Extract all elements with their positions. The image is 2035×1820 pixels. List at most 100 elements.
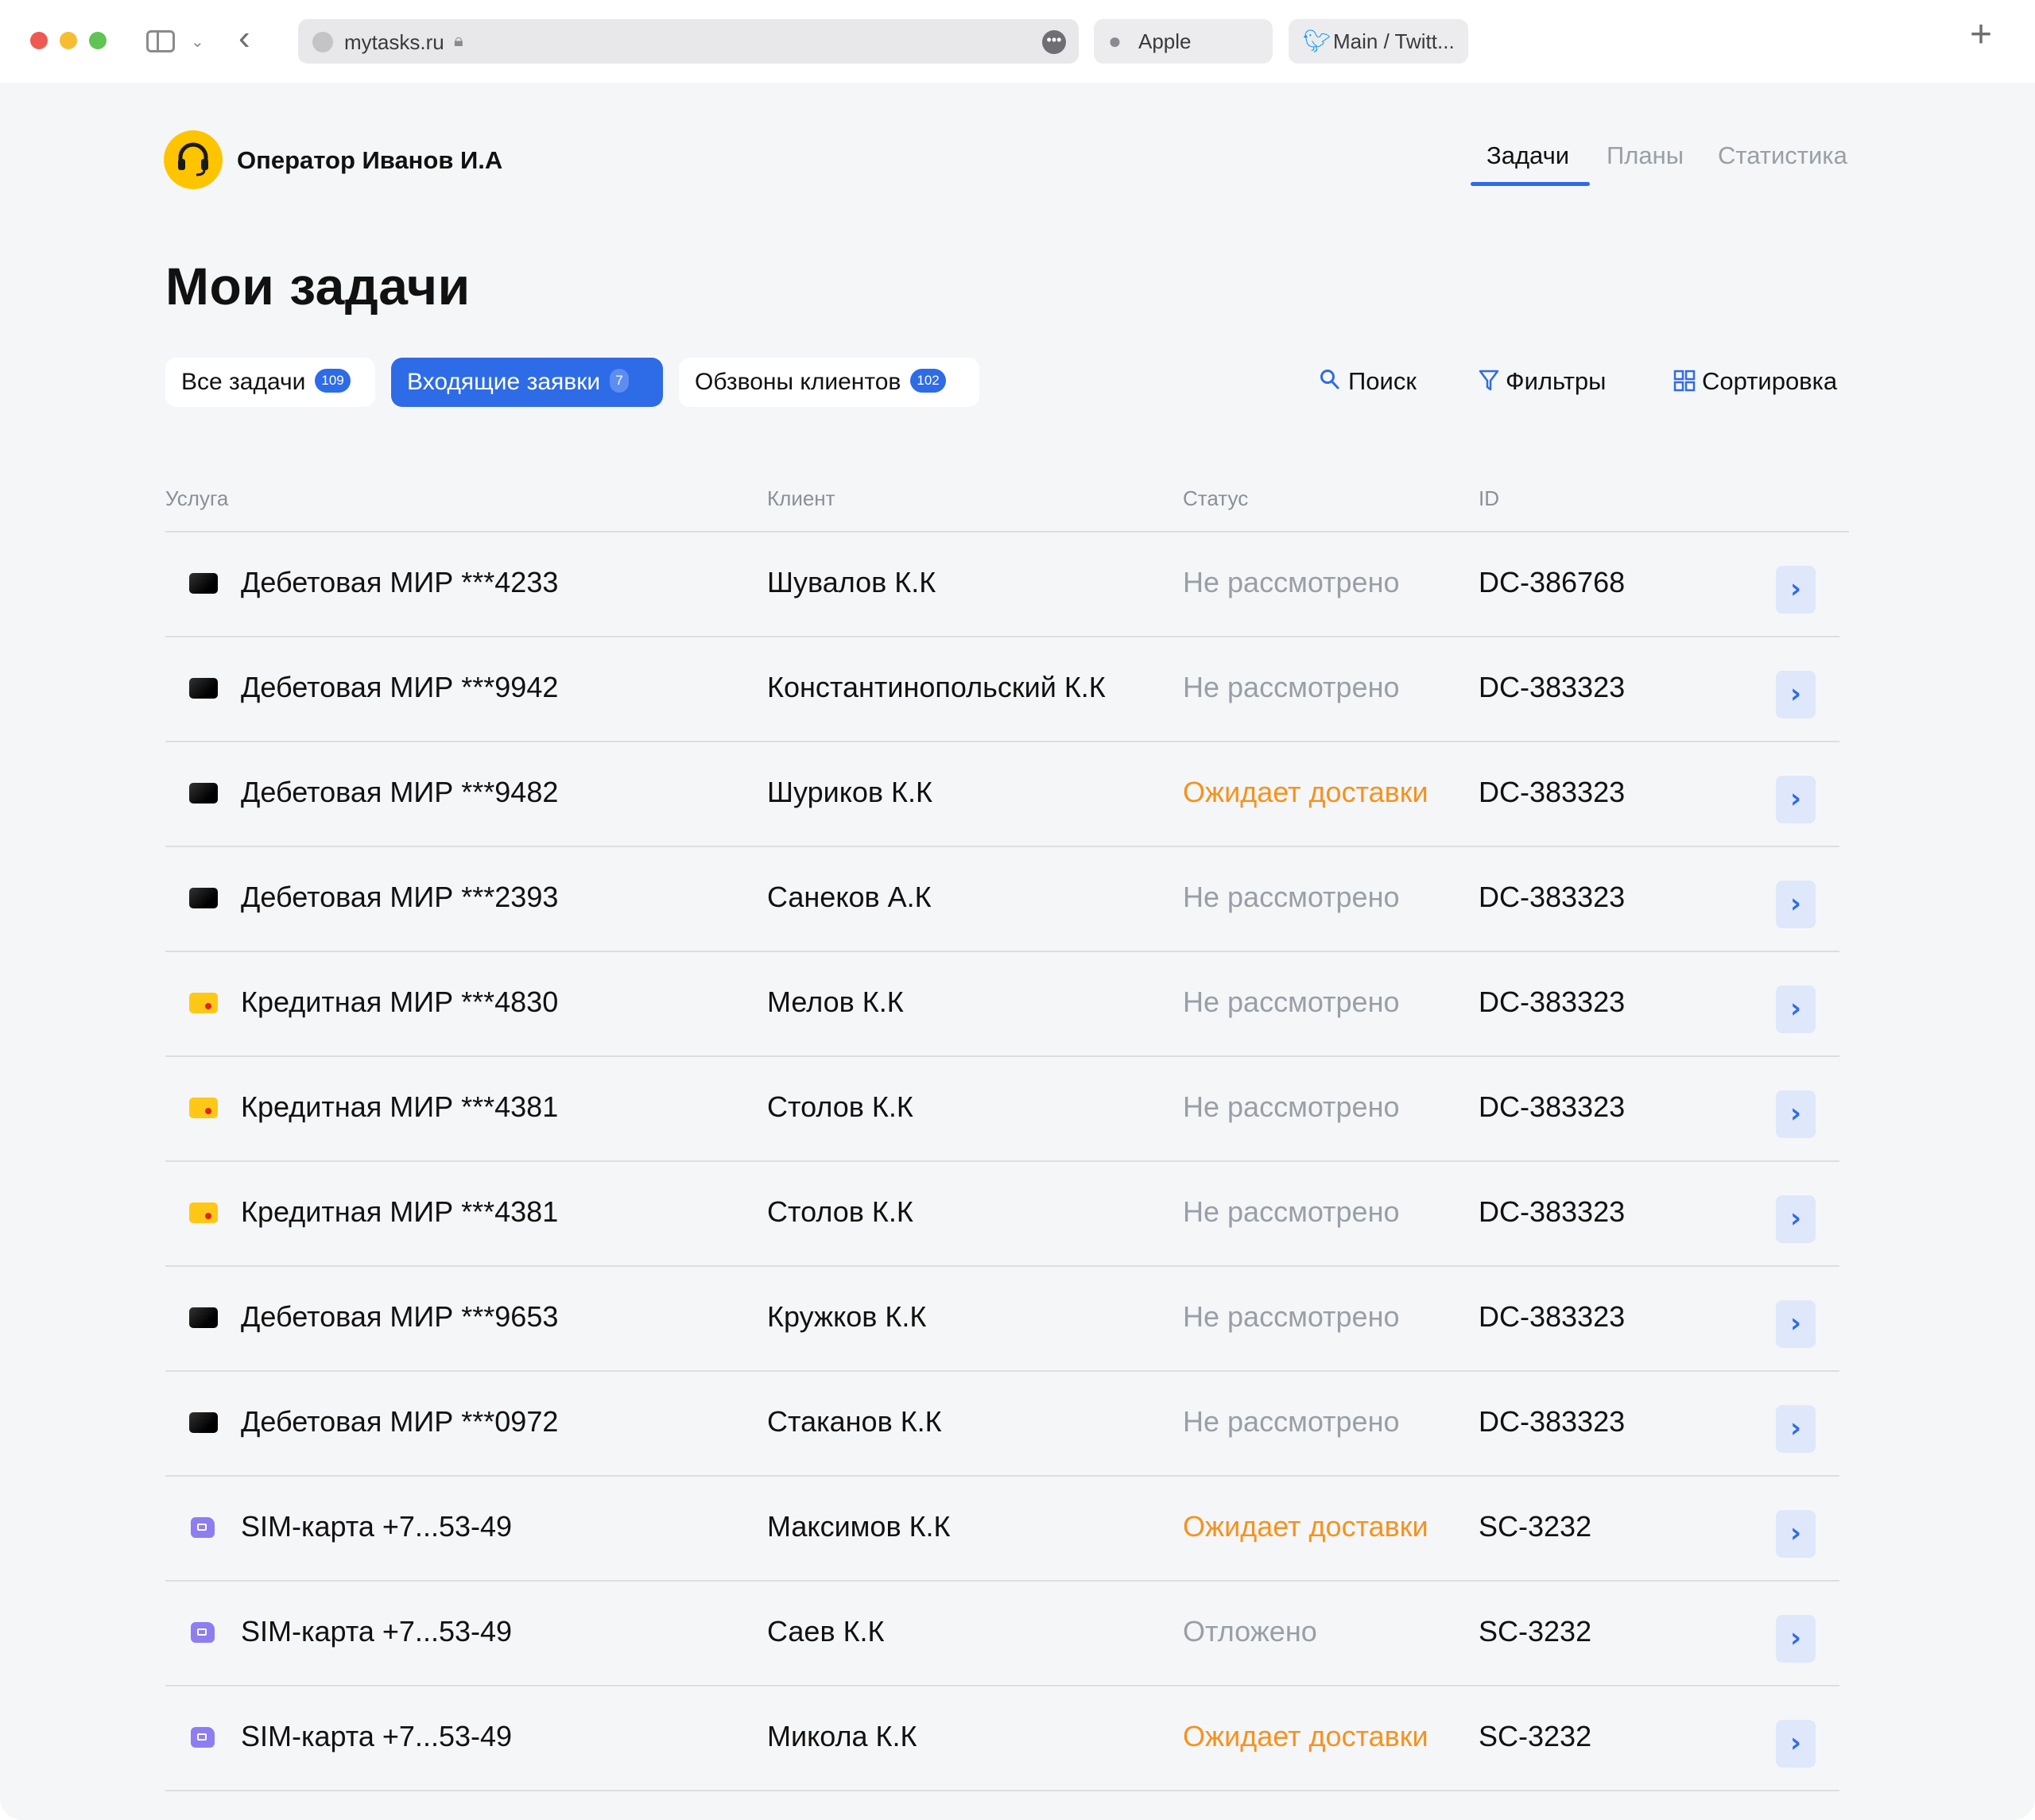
sort-button[interactable]: Сортировка <box>1673 367 1837 396</box>
column-header-client[interactable]: Клиент <box>767 486 835 511</box>
table-row[interactable]: Кредитная МИР ***4830 Мелов К.К Не рассмот… <box>165 952 1839 1057</box>
chip-incoming-requests[interactable]: Входящие заявки 7 <box>391 358 663 407</box>
client-cell: Столов К.К <box>767 1090 913 1123</box>
apple-icon: ● <box>1108 29 1122 53</box>
id-cell: SC-3232 <box>1479 1510 1592 1543</box>
browser-toolbar: ⌄ ‹ mytasks.ru 🔒︎ ••• ● Apple 🐦︎ Main / … <box>0 0 2035 83</box>
id-cell: DC-383323 <box>1479 1300 1626 1333</box>
table-row[interactable]: Дебетовая МИР ***9942 Константинопольский… <box>165 637 1839 742</box>
active-tab-indicator <box>1471 182 1590 186</box>
status-cell: Ожидает доставки <box>1183 1720 1428 1752</box>
id-cell: DC-383323 <box>1479 986 1626 1018</box>
open-row-chevron-right-icon[interactable]: › <box>1776 1510 1816 1558</box>
chevron-down-icon[interactable]: ⌄ <box>191 32 204 52</box>
nav-tab-statistics[interactable]: Статистика <box>1718 141 1847 170</box>
open-row-chevron-right-icon[interactable]: › <box>1776 986 1816 1033</box>
open-row-chevron-right-icon[interactable]: › <box>1776 566 1816 614</box>
service-cell: Дебетовая МИР ***2393 <box>241 881 559 913</box>
chip-all-tasks[interactable]: Все задачи 109 <box>165 358 375 407</box>
id-cell: DC-383323 <box>1479 1405 1626 1438</box>
column-header-status[interactable]: Статус <box>1183 486 1248 511</box>
status-cell: Не рассмотрено <box>1183 566 1400 598</box>
client-cell: Столов К.К <box>767 1195 913 1228</box>
filters-button[interactable]: Фильтры <box>1479 367 1606 396</box>
table-row[interactable]: Дебетовая МИР ***9482 Шуриков К.К Ожидает … <box>165 742 1839 847</box>
open-row-chevron-right-icon[interactable]: › <box>1776 671 1816 718</box>
service-cell: Кредитная МИР ***4830 <box>241 986 559 1018</box>
page-title: Мои задачи <box>165 257 471 316</box>
chip-label: Все задачи <box>181 369 306 395</box>
id-cell: DC-383323 <box>1479 1090 1626 1123</box>
credit-card-icon <box>189 993 218 1013</box>
service-cell: Дебетовая МИР ***9942 <box>241 671 559 703</box>
nav-tab-tasks[interactable]: Задачи <box>1487 141 1569 170</box>
credit-card-icon <box>189 1202 218 1223</box>
filters-label: Фильтры <box>1506 367 1607 395</box>
service-cell: Дебетовая МИР ***9653 <box>241 1300 559 1333</box>
id-cell: DC-383323 <box>1479 671 1626 703</box>
sim-card-icon <box>191 1622 215 1643</box>
table-row[interactable]: Дебетовая МИР ***2393 Санеков А.К Не рассм… <box>165 847 1839 952</box>
open-row-chevron-right-icon[interactable]: › <box>1776 1405 1816 1453</box>
client-cell: Шуриков К.К <box>767 776 932 808</box>
table-row[interactable]: SIM-карта +7...53-49 Саев К.К Отложено SC-3… <box>165 1582 1839 1686</box>
open-row-chevron-right-icon[interactable]: › <box>1776 1615 1816 1663</box>
open-row-chevron-right-icon[interactable]: › <box>1776 881 1816 928</box>
debit-card-icon <box>189 1307 218 1328</box>
maximize-window-button[interactable] <box>89 32 107 49</box>
open-row-chevron-right-icon[interactable]: › <box>1776 1720 1816 1768</box>
column-header-id[interactable]: ID <box>1479 486 1499 511</box>
status-cell: Ожидает доставки <box>1183 1510 1428 1543</box>
client-cell: Кружков К.К <box>767 1300 927 1333</box>
client-cell: Саев К.К <box>767 1615 885 1648</box>
table-row[interactable]: SIM-карта +7...53-49 Максимов К.К Ожидает … <box>165 1477 1839 1582</box>
url-text[interactable]: mytasks.ru <box>344 30 444 55</box>
open-row-chevron-right-icon[interactable]: › <box>1776 776 1816 823</box>
credit-card-icon <box>189 1098 218 1118</box>
new-tab-plus-icon[interactable]: + <box>1970 16 1992 54</box>
tab-label: Apple <box>1138 29 1192 53</box>
client-cell: Стаканов К.К <box>767 1405 942 1438</box>
table-row[interactable]: SIM-карта +7...53-49 Микола К.К Ожидает до… <box>165 1686 1839 1791</box>
sort-label: Сортировка <box>1702 367 1838 395</box>
status-cell: Не рассмотрено <box>1183 986 1400 1018</box>
debit-card-icon <box>189 888 218 908</box>
status-cell: Не рассмотрено <box>1183 881 1400 913</box>
service-cell: Дебетовая МИР ***9482 <box>241 776 559 808</box>
site-favicon-icon <box>312 32 333 52</box>
service-cell: Кредитная МИР ***4381 <box>241 1090 559 1123</box>
operator-name: Оператор Иванов И.А <box>237 146 503 174</box>
browser-tab-twitter[interactable]: 🐦︎ Main / Twitt... <box>1289 19 1468 64</box>
browser-window: ⌄ ‹ mytasks.ru 🔒︎ ••• ● Apple 🐦︎ Main / … <box>0 0 2035 1820</box>
status-cell: Не рассмотрено <box>1183 1405 1400 1438</box>
minimize-window-button[interactable] <box>60 32 77 49</box>
nav-tab-plans[interactable]: Планы <box>1607 141 1684 170</box>
chip-client-calls[interactable]: Обзвоны клиентов 102 <box>679 358 979 407</box>
open-row-chevron-right-icon[interactable]: › <box>1776 1090 1816 1138</box>
sidebar-toggle-icon[interactable] <box>146 30 175 52</box>
back-arrow-icon[interactable]: ‹ <box>238 21 250 56</box>
service-cell: Дебетовая МИР ***4233 <box>241 566 559 598</box>
count-badge: 102 <box>910 369 946 393</box>
search-button[interactable]: Поиск <box>1320 367 1417 396</box>
table-row[interactable]: Дебетовая МИР ***0972 Стаканов К.К Не расс… <box>165 1372 1839 1477</box>
open-row-chevron-right-icon[interactable]: › <box>1776 1300 1816 1348</box>
address-bar[interactable]: mytasks.ru 🔒︎ ••• <box>298 19 1079 64</box>
table-row[interactable]: Кредитная МИР ***4381 Столов К.К Не рассмо… <box>165 1162 1839 1267</box>
table-row[interactable]: Дебетовая МИР ***4233 Шувалов К.К Не рассм… <box>165 532 1839 637</box>
more-options-icon[interactable]: ••• <box>1042 30 1066 54</box>
service-cell: Дебетовая МИР ***0972 <box>241 1405 559 1438</box>
close-window-button[interactable] <box>30 32 48 49</box>
column-header-service[interactable]: Услуга <box>165 486 228 511</box>
service-cell: SIM-карта +7...53-49 <box>241 1720 513 1752</box>
debit-card-icon <box>189 678 218 699</box>
table-row[interactable]: Дебетовая МИР ***9653 Кружков К.К Не рассм… <box>165 1267 1839 1372</box>
search-label: Поиск <box>1348 367 1417 395</box>
status-cell: Ожидает доставки <box>1183 776 1428 808</box>
debit-card-icon <box>189 783 218 804</box>
service-cell: SIM-карта +7...53-49 <box>241 1615 513 1648</box>
table-row[interactable]: Кредитная МИР ***4381 Столов К.К Не рассмо… <box>165 1057 1839 1162</box>
browser-tab-apple[interactable]: ● Apple <box>1094 19 1273 64</box>
open-row-chevron-right-icon[interactable]: › <box>1776 1195 1816 1243</box>
search-icon <box>1320 370 1339 389</box>
